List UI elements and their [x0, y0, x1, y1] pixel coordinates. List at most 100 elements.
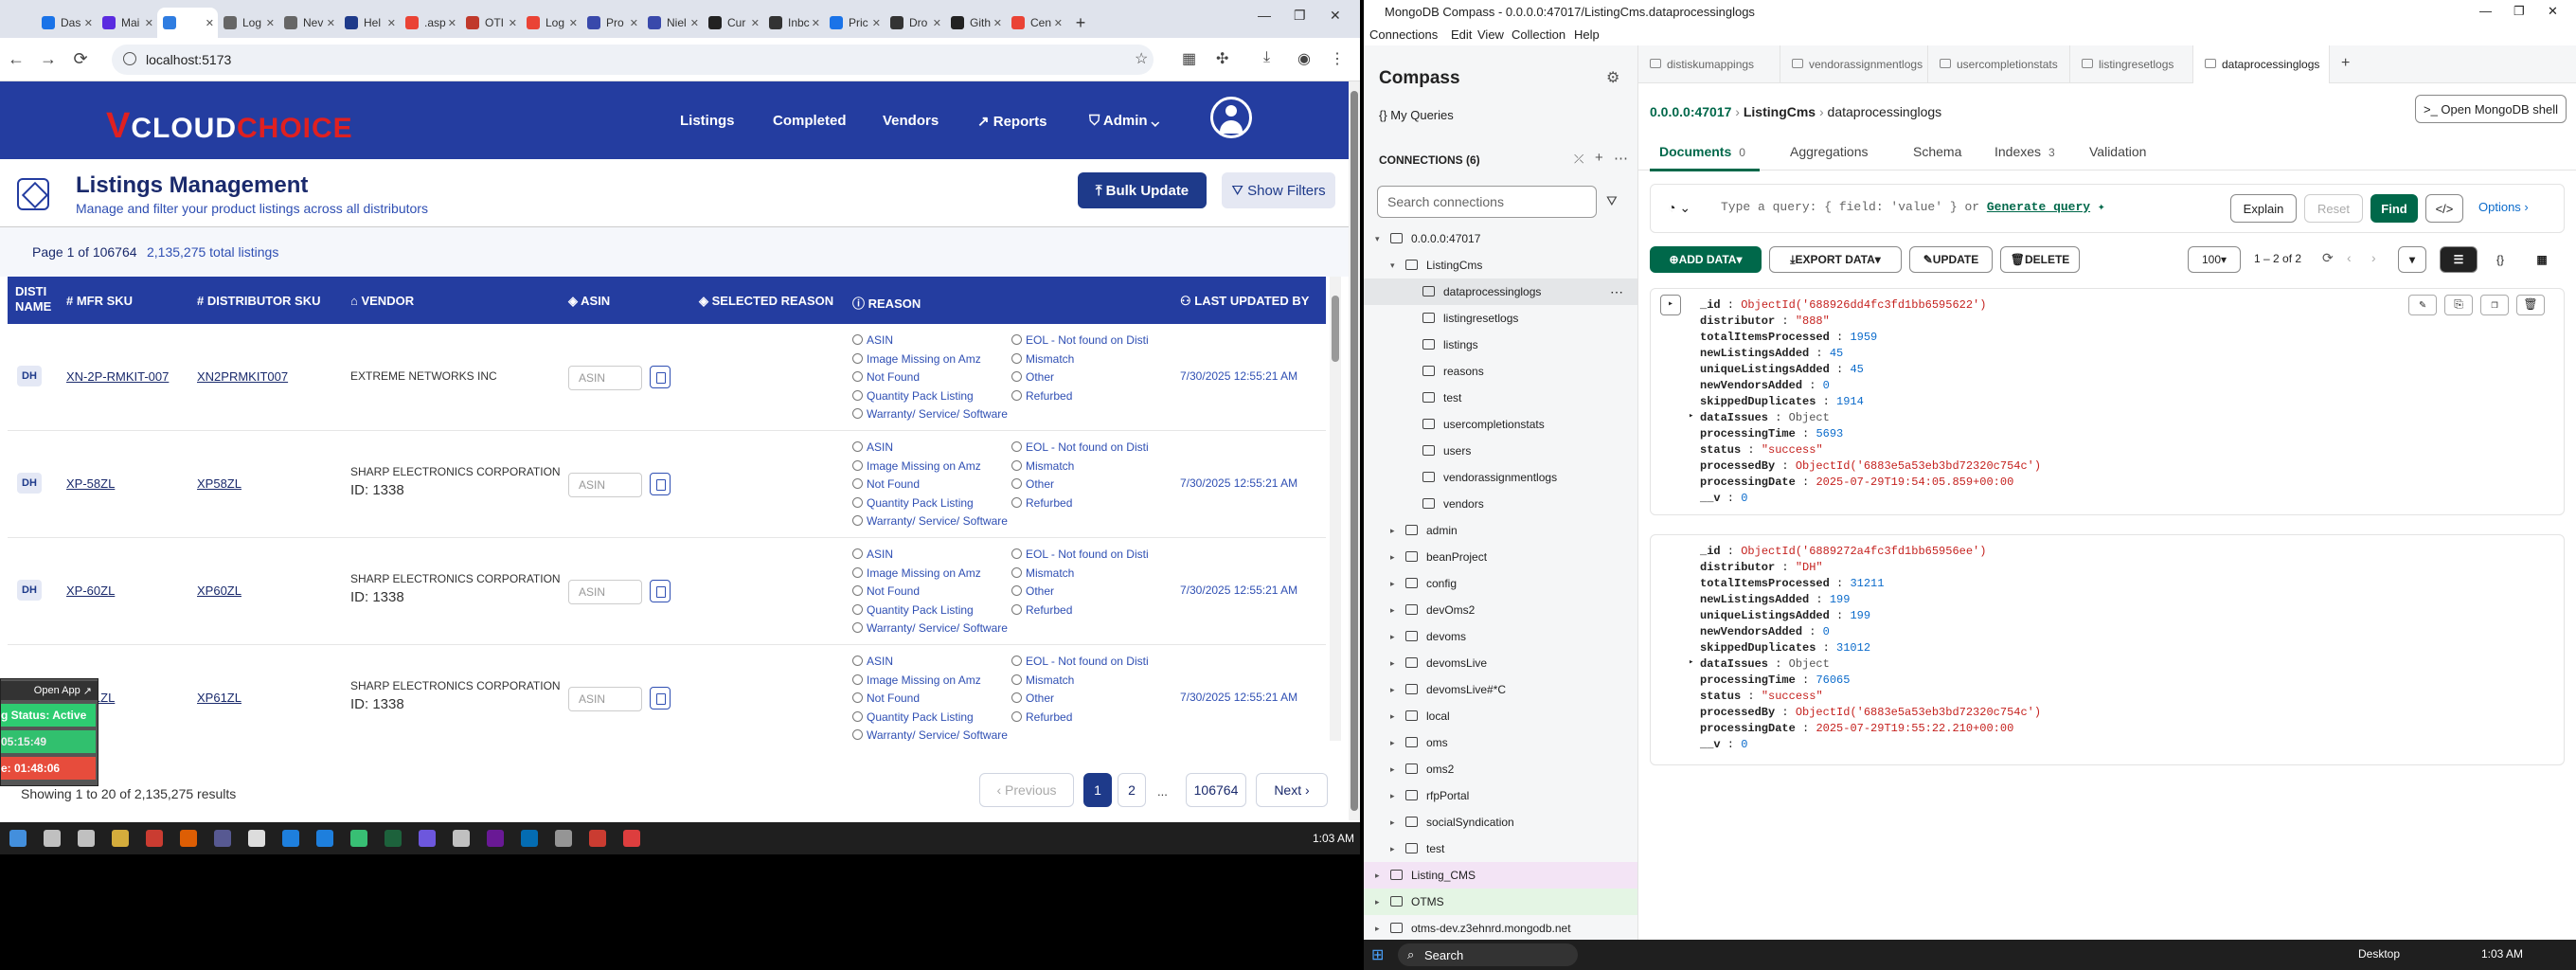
minimize-icon[interactable]: —	[1258, 8, 1271, 23]
task-view-icon[interactable]	[78, 830, 95, 847]
mfr-sku-link[interactable]: XN-2P-RMKIT-007	[66, 369, 169, 384]
show-filters-button[interactable]: ⛛ Show Filters	[1222, 172, 1335, 208]
tab-close-icon[interactable]: ✕	[1054, 17, 1063, 29]
file-explorer-icon[interactable]	[112, 830, 129, 847]
reason-radio[interactable]: Not Found	[852, 370, 920, 384]
restore-icon[interactable]: ❐	[1294, 8, 1306, 24]
menu-view[interactable]: View	[1477, 27, 1504, 42]
tree-connection[interactable]: ▾ 0.0.0.0:47017	[1364, 225, 1637, 252]
add-tab-icon[interactable]: +	[2341, 55, 2350, 72]
more-options-icon[interactable]: ⋯	[1610, 284, 1623, 300]
tree-database[interactable]: ▸ config	[1364, 570, 1637, 597]
tab-documents[interactable]: Documents 0	[1659, 144, 1745, 159]
browser-tab[interactable]: Log ✕	[218, 8, 278, 38]
windows-start-icon[interactable]	[9, 830, 27, 847]
query-input[interactable]: Type a query: { field: 'value' } or Gene…	[1721, 200, 2105, 214]
reason-radio[interactable]: Quantity Pack Listing	[852, 603, 974, 617]
chevron-icon[interactable]: ▾	[1390, 260, 1395, 271]
app-icon[interactable]	[350, 830, 367, 847]
firefox-icon[interactable]	[180, 830, 197, 847]
forward-icon[interactable]: →	[32, 49, 64, 69]
menu-help[interactable]: Help	[1574, 27, 1600, 42]
browser-tab[interactable]: Log ✕	[521, 8, 581, 38]
tree-database[interactable]: ▸ admin	[1364, 517, 1637, 544]
reason-radio[interactable]: ASIN	[852, 655, 893, 668]
browser-tab[interactable]: Pric ✕	[824, 8, 885, 38]
collection-tab[interactable]: vendorassignmentlogs	[1780, 45, 1928, 83]
browser-tab[interactable]: Cen ✕	[1006, 8, 1066, 38]
col-asin[interactable]: ◈ ASIN	[568, 294, 610, 309]
next-page-icon[interactable]: ›	[2371, 250, 2376, 265]
onenote-icon[interactable]	[487, 830, 504, 847]
tree-database[interactable]: ▸ rfpPortal	[1364, 782, 1637, 809]
collection-tab[interactable]: dataprocessinglogs	[2193, 45, 2330, 83]
document-card[interactable]: ▸ ✎ ⎘ ❐ 🗑 _id : ObjectId('688926dd4fc3fd1bb65…	[1650, 288, 2565, 515]
reason-radio[interactable]: ASIN	[852, 440, 893, 454]
reason-radio[interactable]: Other	[1011, 692, 1054, 705]
browser-tab[interactable]: Nev ✕	[278, 8, 339, 38]
copy-icon[interactable]: ⎘	[2444, 295, 2473, 315]
chevron-icon[interactable]: ▾	[1375, 234, 1380, 244]
reset-button[interactable]: Reset	[2304, 194, 2363, 223]
menu-edit[interactable]: Edit	[1451, 27, 1472, 42]
cloudchoice-logo[interactable]: VCLOUDCHOICE	[106, 106, 353, 147]
save-asin-button[interactable]	[650, 366, 671, 388]
teams-icon[interactable]	[214, 830, 231, 847]
reason-radio[interactable]: Refurbed	[1011, 389, 1072, 403]
tree-collection[interactable]: dataprocessinglogs ⋯	[1364, 278, 1637, 305]
tree-database[interactable]: ▸ beanProject	[1364, 544, 1637, 570]
chevron-icon[interactable]: ▸	[1390, 711, 1395, 722]
mfr-sku-link[interactable]: XP-58ZL	[66, 476, 115, 491]
chevron-icon[interactable]: ▸	[1390, 579, 1395, 589]
reason-radio[interactable]: Warranty/ Service/ Software	[852, 514, 1008, 528]
tree-collection[interactable]: usercompletionstats	[1364, 411, 1637, 438]
add-connection-icon[interactable]: +	[1595, 150, 1603, 166]
app-icon[interactable]	[419, 830, 436, 847]
chevron-icon[interactable]: ▸	[1375, 871, 1380, 881]
page-scrollbar[interactable]	[1349, 81, 1360, 820]
tab-schema[interactable]: Schema	[1913, 144, 1961, 159]
reason-radio[interactable]: Image Missing on Amz	[852, 674, 981, 687]
browser-tab[interactable]: Hel ✕	[339, 8, 400, 38]
asin-input[interactable]: ASIN	[568, 366, 642, 390]
tree-collection[interactable]: users	[1364, 438, 1637, 464]
tree-connection[interactable]: ▸ otms-dev.z3ehnrd.mongodb.net	[1364, 915, 1637, 940]
excel-icon[interactable]	[385, 830, 402, 847]
tab-close-icon[interactable]: ✕	[872, 17, 881, 29]
reason-radio[interactable]: Image Missing on Amz	[852, 352, 981, 366]
reason-radio[interactable]: Quantity Pack Listing	[852, 389, 974, 403]
tab-close-icon[interactable]: ✕	[206, 17, 214, 29]
app-icon[interactable]	[453, 830, 470, 847]
list-view-button[interactable]: ☰	[2440, 246, 2478, 273]
tree-collection[interactable]: vendors	[1364, 491, 1637, 517]
bookmark-star-icon[interactable]: ☆	[1135, 49, 1148, 68]
col-selected-reason[interactable]: ◈ SELECTED REASON	[699, 294, 833, 309]
options-toggle[interactable]: Options ›	[2478, 200, 2529, 214]
browser-tab[interactable]: Dro ✕	[885, 8, 945, 38]
nav-admin[interactable]: ⛉ Admin ⌄	[1089, 113, 1159, 129]
update-button[interactable]: ✎ UPDATE	[1909, 246, 1993, 273]
generate-query-link[interactable]: Generate query	[1987, 200, 2090, 214]
next-page-button[interactable]: Next ›	[1256, 773, 1328, 807]
site-info-icon[interactable]	[123, 52, 136, 65]
table-view-button[interactable]: ▦	[2523, 246, 2561, 273]
chevron-icon[interactable]: ▸	[1390, 658, 1395, 669]
browser-tab[interactable]: Gith ✕	[945, 8, 1006, 38]
reason-radio[interactable]: Warranty/ Service/ Software	[852, 621, 1008, 635]
reason-radio[interactable]: Quantity Pack Listing	[852, 496, 974, 510]
chevron-icon[interactable]: ▸	[1390, 526, 1395, 536]
pencil-icon[interactable]: ✎	[2408, 295, 2437, 315]
expand-field-icon[interactable]: ▸	[1689, 657, 1693, 667]
asin-input[interactable]: ASIN	[568, 687, 642, 711]
distributor-sku-link[interactable]: XP60ZL	[197, 584, 242, 598]
save-asin-button[interactable]	[650, 687, 671, 710]
profile-icon[interactable]: ◉	[1297, 49, 1311, 68]
tab-close-icon[interactable]: ✕	[751, 17, 760, 29]
restore-icon[interactable]: ❐	[2513, 4, 2525, 19]
browser-tab[interactable]: Cur ✕	[703, 8, 763, 38]
reason-radio[interactable]: Mismatch	[1011, 566, 1074, 580]
trash-icon[interactable]: 🗑	[2516, 295, 2545, 315]
new-tab-icon[interactable]: +	[1066, 8, 1095, 38]
view-options-button[interactable]: ▾	[2398, 246, 2426, 273]
menu-kebab-icon[interactable]: ⋮	[1330, 49, 1345, 68]
